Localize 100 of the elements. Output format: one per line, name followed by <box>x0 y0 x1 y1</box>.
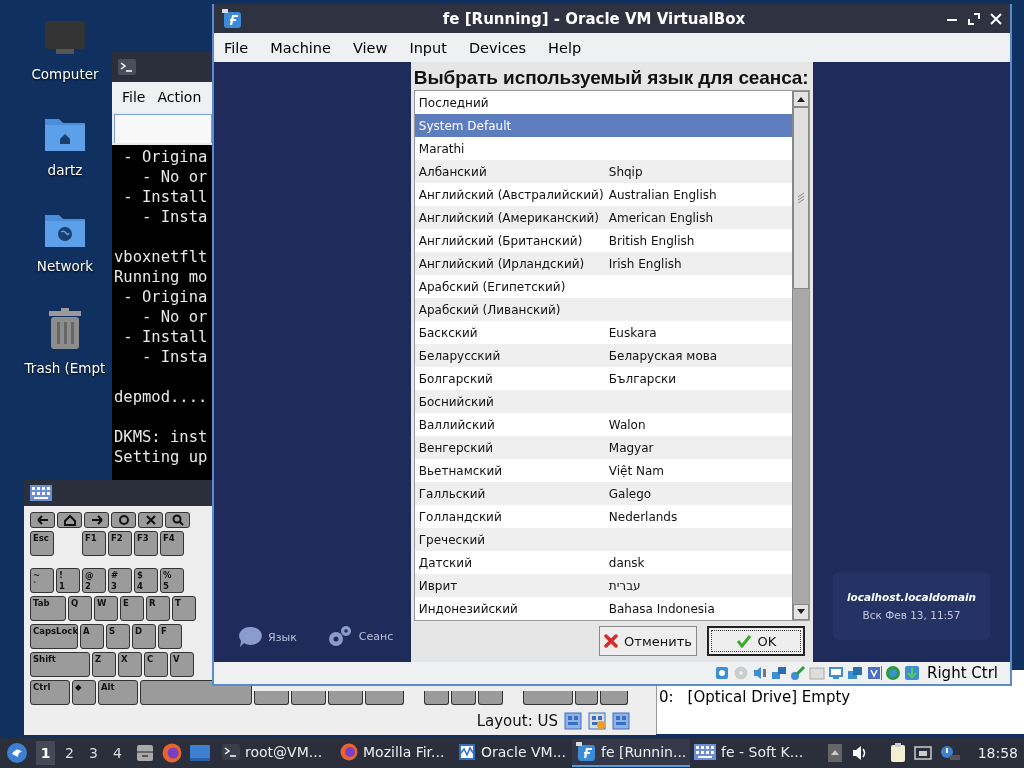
cancel-button[interactable]: Отменить <box>599 626 697 656</box>
keyboard-key[interactable] <box>523 691 573 705</box>
usb-icon[interactable] <box>790 665 807 681</box>
keyboard-key[interactable]: @ 2 <box>82 568 106 593</box>
language-row[interactable]: Боснийский <box>414 390 792 413</box>
keyboard-key[interactable] <box>478 691 503 705</box>
desktop-icon-label[interactable]: dartz <box>47 162 83 178</box>
maximize-icon[interactable] <box>968 12 980 25</box>
session-option[interactable]: Сеанс <box>358 629 394 643</box>
keyboard-key[interactable]: W <box>94 596 118 621</box>
keyboard-key[interactable] <box>111 512 136 528</box>
language-row[interactable]: System Default <box>414 114 792 137</box>
language-row[interactable]: Валлийский Walon <box>414 413 792 436</box>
keyboard-key[interactable]: F2 <box>108 531 132 556</box>
language-row[interactable]: Греческий <box>414 528 792 551</box>
keyboard-key[interactable]: D <box>132 624 156 649</box>
keyboard-key[interactable]: Shift <box>30 652 90 677</box>
keyboard-settings-icon[interactable] <box>588 712 606 730</box>
keyboard-key[interactable] <box>328 691 363 705</box>
keyboard-key[interactable]: # 3 <box>108 568 132 593</box>
language-row[interactable]: Marathi <box>414 137 792 160</box>
keyboard-key[interactable]: T <box>172 596 196 621</box>
language-row[interactable]: Албанский Shqip <box>414 160 792 183</box>
language-row[interactable]: Английский (Британский) British English <box>414 229 792 252</box>
keyboard-key[interactable] <box>165 512 190 528</box>
language-row[interactable]: Галльский Galego <box>414 482 792 505</box>
workspace-button[interactable]: 3 <box>84 741 103 765</box>
taskbar-task[interactable]: root@VM... <box>218 739 336 767</box>
notification-icon[interactable] <box>940 745 960 761</box>
keyboard-key[interactable]: V <box>170 652 194 677</box>
windows-icon[interactable] <box>847 665 864 681</box>
keyboard-key[interactable] <box>451 691 476 705</box>
language-row[interactable]: Английский (Австралийский) Australian English <box>414 183 792 206</box>
keyboard-key[interactable]: Z <box>92 652 116 677</box>
keyboard-key[interactable]: Tab <box>30 596 66 621</box>
scrollbar[interactable] <box>792 91 809 620</box>
workspace-button[interactable]: 4 <box>108 741 127 765</box>
keyboard-key[interactable]: F4 <box>160 531 184 556</box>
keyboard-key[interactable]: E <box>120 596 144 621</box>
language-row[interactable]: Арабский (Ливанский) <box>414 298 792 321</box>
keyboard-key[interactable]: F3 <box>134 531 158 556</box>
workspace-button[interactable]: 1 <box>36 741 55 765</box>
language-row[interactable]: Венгерский Magyar <box>414 436 792 459</box>
keyboard-key[interactable]: Esc <box>30 531 54 556</box>
taskbar-task[interactable]: Oracle VM... <box>454 739 572 767</box>
keyboard-key[interactable] <box>140 680 252 705</box>
keyboard-key[interactable]: R <box>146 596 170 621</box>
desktop-icon-label[interactable]: Network <box>36 258 94 274</box>
language-row[interactable]: Датский dansk <box>414 551 792 574</box>
gears-icon[interactable] <box>326 624 353 648</box>
keyboard-key[interactable]: % 5 <box>160 568 184 593</box>
keyboard-key[interactable] <box>138 512 163 528</box>
keyboard-key[interactable]: S <box>106 624 130 649</box>
language-row[interactable]: Голландский Nederlands <box>414 505 792 528</box>
language-row[interactable]: Английский (Американский) American English <box>414 206 792 229</box>
desktop-icon-label[interactable]: Trash (Empt <box>24 360 106 376</box>
language-row[interactable]: Баскский Euskara <box>414 321 792 344</box>
keyboard-key[interactable] <box>600 691 628 705</box>
down-arrow-icon[interactable] <box>904 665 921 681</box>
menu-item[interactable]: Devices <box>468 39 527 56</box>
keyboard-key[interactable]: ~ ` <box>30 568 54 593</box>
menu-item[interactable]: Help <box>548 39 582 56</box>
keyboard-key[interactable]: X <box>118 652 142 677</box>
speaker-icon[interactable] <box>852 745 868 761</box>
taskbar-task[interactable]: Mozilla Fir... <box>336 739 454 767</box>
taskbar-task[interactable]: fe [Runnin... <box>572 739 690 767</box>
keyboard-key[interactable]: $ 4 <box>134 568 158 593</box>
ok-button[interactable]: OK <box>707 626 805 656</box>
keyboard-key[interactable]: F <box>158 624 182 649</box>
menu-item[interactable]: File <box>224 39 249 56</box>
keyboard-switch-icon[interactable] <box>612 712 630 730</box>
keyboard-key[interactable] <box>291 691 326 705</box>
keyboard-key[interactable] <box>575 691 598 705</box>
taskbar-task[interactable]: fe - Soft K... <box>690 739 808 767</box>
start-menu-icon[interactable] <box>6 742 28 764</box>
keyboard-key[interactable]: Alt <box>98 680 138 705</box>
menu-item[interactable]: View <box>352 39 388 56</box>
terminal-tab[interactable] <box>114 114 212 143</box>
keyboard-key[interactable]: ! 1 <box>56 568 80 593</box>
language-row[interactable]: Вьетнамский Việt Nam <box>414 459 792 482</box>
desktop-icon-label[interactable]: Computer <box>31 66 99 82</box>
menu-item[interactable]: File <box>122 89 146 105</box>
keyboard-key[interactable] <box>57 512 82 528</box>
workspace-button[interactable]: 2 <box>60 741 79 765</box>
network-icon[interactable] <box>914 745 932 761</box>
language-row[interactable]: Болгарский Български <box>414 367 792 390</box>
keyboard-key[interactable] <box>365 691 404 705</box>
keyboard-key[interactable]: Ctrl <box>30 680 70 705</box>
keyboard-key[interactable]: F1 <box>82 531 106 556</box>
keyboard-key[interactable]: A <box>80 624 104 649</box>
browser-icon[interactable] <box>162 743 182 763</box>
menu-item[interactable]: Input <box>409 39 447 56</box>
language-row[interactable]: Индонезийский Bahasa Indonesia <box>414 597 792 620</box>
clipboard-icon[interactable] <box>890 743 906 763</box>
close-icon[interactable] <box>990 12 1002 25</box>
menu-item[interactable]: Machine <box>270 39 331 56</box>
display-icon[interactable] <box>828 665 845 681</box>
keyboard-key[interactable] <box>84 512 109 528</box>
language-row[interactable]: Последний <box>414 91 792 114</box>
file-cabinet-icon[interactable] <box>136 744 154 762</box>
